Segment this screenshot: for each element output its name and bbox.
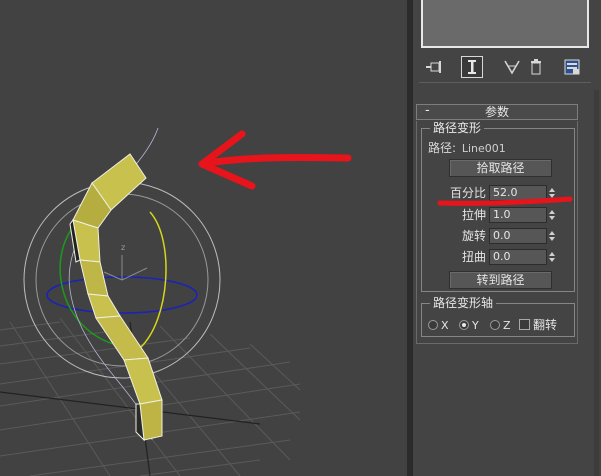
axis-x-radio[interactable] (428, 320, 438, 330)
move-to-path-button[interactable]: 转到路径 (449, 271, 552, 289)
percent-label: 百分比 (449, 186, 486, 200)
show-end-result-icon[interactable] (461, 56, 483, 78)
command-panel: - 参数 路径变形 路径: Line001 拾取路径 百分比 52.0 拉伸 1… (413, 0, 601, 476)
percent-param-row: 百分比 52.0 (422, 185, 582, 201)
stack-separator (419, 82, 591, 83)
stretch-label: 拉伸 (461, 208, 486, 222)
axis-x-label: X (441, 319, 449, 332)
axis-z-radio[interactable] (490, 320, 500, 330)
twist-spinner[interactable] (548, 249, 558, 265)
rotation-label: 旋转 (461, 229, 486, 243)
rotation-spinner[interactable] (548, 228, 558, 244)
axis-options-row: X Y Z 翻转 (428, 318, 578, 334)
flip-label: 翻转 (533, 318, 558, 332)
remove-modifier-icon[interactable] (525, 56, 547, 78)
percent-spinner[interactable] (548, 185, 558, 201)
pin-stack-icon[interactable] (423, 56, 445, 78)
rotation-param-row: 旋转 0.0 (422, 228, 582, 244)
configure-modifier-sets-icon[interactable] (561, 56, 583, 78)
parameters-rollout-body: 路径变形 路径: Line001 拾取路径 百分比 52.0 拉伸 1.0 旋转… (416, 121, 578, 344)
twist-input[interactable]: 0.0 (489, 249, 547, 265)
path-label: 路径: (428, 141, 457, 155)
stretch-input[interactable]: 1.0 (489, 207, 547, 223)
make-unique-icon[interactable] (501, 56, 523, 78)
parameters-rollout-header[interactable]: - 参数 (416, 103, 578, 120)
viewport-scene: z (0, 127, 352, 476)
command-panel-scrollbar[interactable] (594, 90, 599, 476)
path-name-label: 路径: Line001 (428, 141, 506, 156)
stretch-spinner[interactable] (548, 207, 558, 223)
path-deform-group: 路径变形 路径: Line001 拾取路径 百分比 52.0 拉伸 1.0 旋转… (421, 121, 575, 292)
percent-input[interactable]: 52.0 (489, 185, 547, 201)
path-value: Line001 (461, 142, 506, 155)
gizmo-axis-label: z (121, 243, 125, 252)
path-deform-axis-group: 路径变形轴 X Y Z 翻转 (421, 296, 578, 337)
twist-label: 扭曲 (461, 250, 486, 264)
perspective-viewport[interactable]: z (0, 0, 407, 476)
flip-checkbox[interactable] (519, 319, 530, 330)
modifier-stack-list[interactable] (421, 0, 589, 48)
axis-y-label: Y (472, 319, 479, 332)
rollout-title: 参数 (484, 105, 509, 119)
annotation-arrow (198, 130, 352, 190)
axis-y-radio[interactable] (459, 320, 469, 330)
stretch-param-row: 拉伸 1.0 (422, 207, 582, 223)
rotation-input[interactable]: 0.0 (489, 228, 547, 244)
pick-path-button[interactable]: 拾取路径 (449, 159, 552, 177)
axis-z-label: Z (503, 319, 511, 332)
path-deform-group-title: 路径变形 (430, 121, 485, 135)
path-deform-axis-group-title: 路径变形轴 (430, 296, 497, 310)
twist-param-row: 扭曲 0.0 (422, 249, 582, 265)
modifier-stack-toolbar (419, 56, 591, 83)
deformed-object (69, 153, 163, 442)
